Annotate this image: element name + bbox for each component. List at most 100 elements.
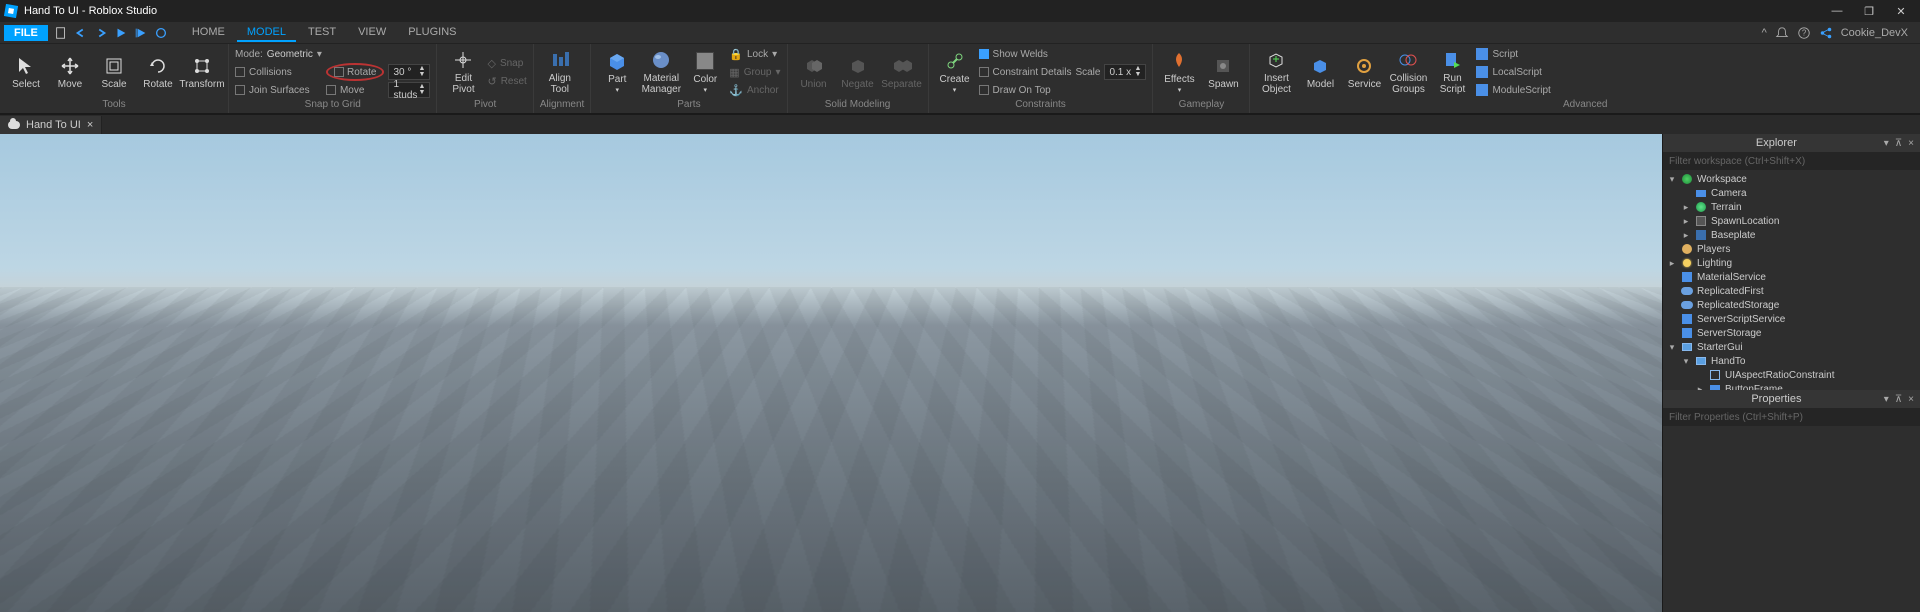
panel-menu-icon[interactable]: ▾ (1884, 394, 1889, 405)
tree-node[interactable]: ReplicatedFirst (1663, 284, 1920, 298)
anchor-button[interactable]: ⚓Anchor (729, 82, 780, 98)
menu-tab-model[interactable]: MODEL (237, 24, 296, 42)
new-icon[interactable] (54, 26, 68, 40)
menu-tab-view[interactable]: VIEW (348, 24, 396, 42)
side-panels: Explorer ▾⊼× Filter workspace (Ctrl+Shif… (1662, 134, 1920, 612)
main-area: Explorer ▾⊼× Filter workspace (Ctrl+Shif… (0, 134, 1920, 612)
mode-dropdown[interactable]: Geometric (267, 49, 313, 60)
close-panel-icon[interactable]: × (1908, 138, 1914, 149)
join-surfaces-checkbox[interactable]: Join Surfaces (235, 82, 322, 98)
play-icon[interactable] (114, 26, 128, 40)
explorer-tree[interactable]: ▾WorkspaceCamera▸Terrain▸SpawnLocation▸B… (1663, 170, 1920, 390)
properties-header[interactable]: Properties ▾⊼× (1663, 390, 1920, 408)
redo-icon[interactable] (94, 26, 108, 40)
script-button[interactable]: Script (1476, 46, 1550, 62)
titlebar: Hand To UI - Roblox Studio — ❐ ✕ (0, 0, 1920, 22)
tree-node[interactable]: ▸SpawnLocation (1663, 214, 1920, 228)
pin-icon[interactable]: ⊼ (1895, 394, 1902, 405)
tree-node[interactable]: ▸Terrain (1663, 200, 1920, 214)
maximize-button[interactable]: ❐ (1854, 2, 1884, 20)
snap-pivot-button[interactable]: ◇Snap (487, 55, 526, 71)
draw-on-top-checkbox[interactable]: Draw On Top (979, 82, 1072, 98)
minimize-button[interactable]: — (1822, 2, 1852, 20)
lock-button[interactable]: 🔒Lock▾ (729, 46, 780, 62)
select-button[interactable]: Select (6, 46, 46, 98)
explorer-filter-input[interactable]: Filter workspace (Ctrl+Shift+X) (1663, 152, 1920, 170)
group-parts: Part▾ Material Manager Color▾ 🔒Lock▾ ▦Gr… (591, 44, 787, 113)
chevron-down-icon[interactable]: ▾ (317, 49, 322, 60)
material-manager-button[interactable]: Material Manager (641, 46, 681, 98)
group-button[interactable]: ▦Group▾ (729, 64, 780, 80)
help-icon[interactable]: ? (1797, 26, 1811, 40)
svg-text:?: ? (1802, 28, 1807, 37)
username[interactable]: Cookie_DevX (1841, 27, 1908, 39)
model-button[interactable]: Model (1300, 46, 1340, 98)
edit-pivot-button[interactable]: Edit Pivot (443, 46, 483, 98)
tree-node[interactable]: ▾Workspace (1663, 172, 1920, 186)
move-button[interactable]: Move (50, 46, 90, 98)
part-button[interactable]: Part▾ (597, 46, 637, 98)
tree-node[interactable]: ▸Lighting (1663, 256, 1920, 270)
create-constraint-button[interactable]: Create▾ (935, 46, 975, 98)
tree-node[interactable]: MaterialService (1663, 270, 1920, 284)
rotate-snap-input[interactable]: 30 °▲▼ (388, 64, 430, 80)
menu-tab-test[interactable]: TEST (298, 24, 346, 42)
menu-tab-plugins[interactable]: PLUGINS (398, 24, 466, 42)
file-menu[interactable]: FILE (4, 25, 48, 41)
union-button[interactable]: Union (794, 46, 834, 98)
tree-node[interactable]: Camera (1663, 186, 1920, 200)
localscript-button[interactable]: LocalScript (1476, 64, 1550, 80)
rotate-snap-checkbox[interactable]: Rotate (326, 63, 385, 81)
spawn-button[interactable]: Spawn (1203, 46, 1243, 98)
share-icon[interactable] (1819, 26, 1833, 40)
tree-node[interactable]: ▸ButtonFrame (1663, 382, 1920, 390)
negate-button[interactable]: Negate (838, 46, 878, 98)
tree-node[interactable]: ServerStorage (1663, 326, 1920, 340)
viewport-3d[interactable] (0, 134, 1662, 612)
run-script-button[interactable]: Run Script (1432, 46, 1472, 98)
run-icon[interactable] (154, 26, 168, 40)
collisions-checkbox[interactable]: Collisions (235, 64, 322, 80)
move-snap-checkbox[interactable]: Move (326, 82, 385, 98)
pin-icon[interactable]: ⊼ (1895, 138, 1902, 149)
insert-object-button[interactable]: Insert Object (1256, 46, 1296, 98)
collapse-ribbon-icon[interactable]: ^ (1762, 27, 1767, 39)
close-panel-icon[interactable]: × (1908, 394, 1914, 405)
color-button[interactable]: Color▾ (685, 46, 725, 98)
panel-menu-icon[interactable]: ▾ (1884, 138, 1889, 149)
close-button[interactable]: ✕ (1886, 2, 1916, 20)
undo-icon[interactable] (74, 26, 88, 40)
tree-node[interactable]: ServerScriptService (1663, 312, 1920, 326)
notifications-icon[interactable] (1775, 26, 1789, 40)
transform-button[interactable]: Transform (182, 46, 222, 98)
studio-logo-icon (4, 4, 18, 18)
tree-node[interactable]: ▸Baseplate (1663, 228, 1920, 242)
properties-filter-input[interactable]: Filter Properties (Ctrl+Shift+P) (1663, 408, 1920, 426)
group-advanced: Insert Object Model Service Collision Gr… (1250, 44, 1920, 113)
scale-button[interactable]: Scale (94, 46, 134, 98)
reset-pivot-button[interactable]: ↺Reset (487, 73, 526, 89)
menu-tab-home[interactable]: HOME (182, 24, 235, 42)
play-here-icon[interactable] (134, 26, 148, 40)
tree-node[interactable]: UIAspectRatioConstraint (1663, 368, 1920, 382)
tree-node[interactable]: ▾StarterGui (1663, 340, 1920, 354)
constraint-scale-input[interactable]: 0.1 x▲▼ (1104, 64, 1146, 80)
tree-node[interactable]: Players (1663, 242, 1920, 256)
constraint-details-checkbox[interactable]: Constraint Details (979, 64, 1072, 80)
explorer-header[interactable]: Explorer ▾⊼× (1663, 134, 1920, 152)
separate-button[interactable]: Separate (882, 46, 922, 98)
close-tab-icon[interactable]: × (87, 119, 93, 131)
tree-node[interactable]: ▾HandTo (1663, 354, 1920, 368)
show-welds-checkbox[interactable]: Show Welds (979, 46, 1072, 62)
effects-button[interactable]: Effects▾ (1159, 46, 1199, 98)
modulescript-button[interactable]: ModuleScript (1476, 82, 1550, 98)
document-tab[interactable]: Hand To UI × (0, 116, 102, 134)
collision-groups-button[interactable]: Collision Groups (1388, 46, 1428, 98)
properties-body (1663, 426, 1920, 612)
move-snap-input[interactable]: 1 studs▲▼ (388, 82, 430, 98)
align-tool-button[interactable]: Align Tool (540, 46, 580, 98)
tree-node[interactable]: ReplicatedStorage (1663, 298, 1920, 312)
group-alignment: Align Tool Alignment (534, 44, 591, 113)
service-button[interactable]: Service (1344, 46, 1384, 98)
rotate-button[interactable]: Rotate (138, 46, 178, 98)
